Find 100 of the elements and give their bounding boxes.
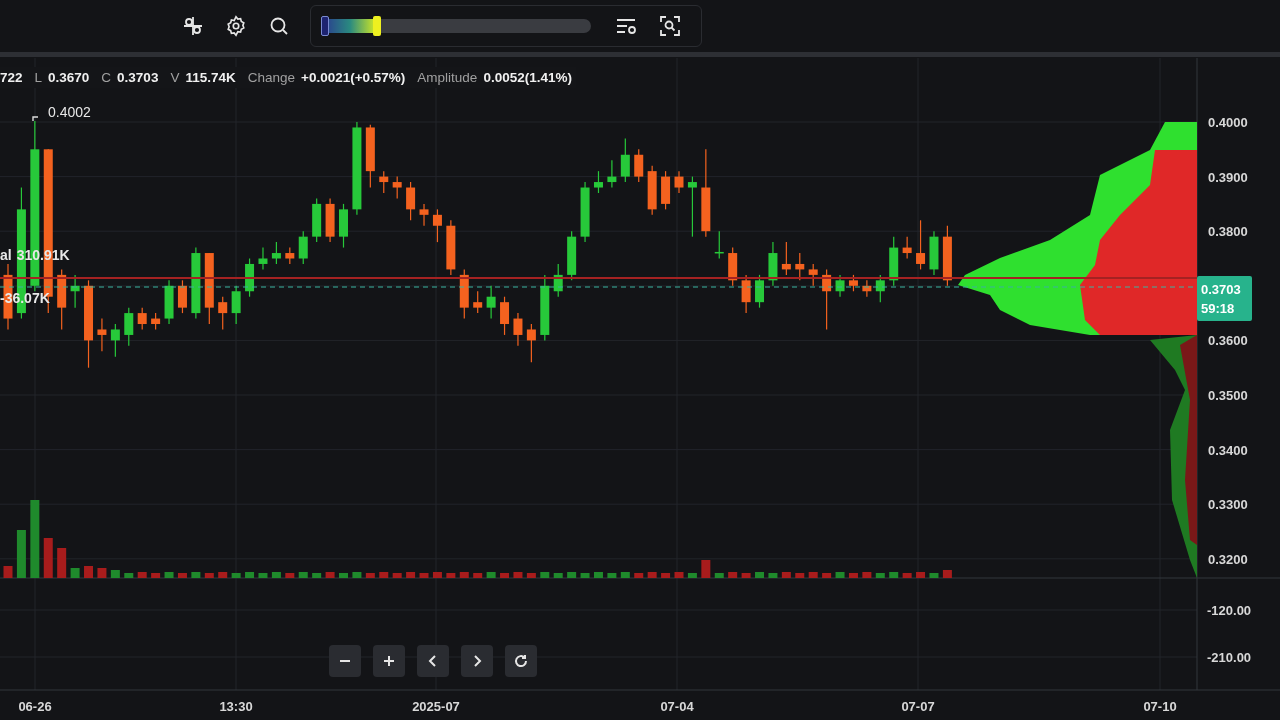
candlestick [124, 307, 134, 347]
candlestick [889, 236, 899, 287]
volume-bar [875, 573, 885, 578]
volume-axis-label: -210.00 [1207, 650, 1252, 665]
candlestick [218, 296, 228, 331]
reset-button[interactable] [505, 645, 537, 677]
time-axis-label: 13:30 [219, 699, 253, 714]
legend-label: V [170, 70, 180, 85]
volume-bar [741, 573, 751, 578]
candlestick [728, 247, 738, 287]
legend-label: Amplitude [417, 70, 478, 85]
price-axis-label: 0.3500 [1208, 388, 1248, 403]
candlestick [365, 124, 375, 189]
volume-bar [271, 572, 281, 578]
price-axis-label: 0.4000 [1208, 115, 1248, 130]
candlestick [875, 274, 885, 303]
candlestick [755, 274, 764, 309]
volume-bar [177, 573, 187, 578]
legend-label: L [34, 70, 43, 85]
candlestick [607, 159, 617, 189]
volume-axis-label: -120.00 [1207, 603, 1252, 618]
back-button[interactable] [417, 645, 449, 677]
candlestick [594, 170, 603, 194]
candlestick [70, 274, 80, 309]
volume-bar [137, 572, 147, 578]
price-axis-label: 0.3200 [1208, 551, 1248, 567]
high-price-label: 0.4002 [48, 104, 91, 120]
volume-bar [929, 573, 939, 578]
candlestick [580, 181, 590, 243]
volume-bar [204, 573, 214, 578]
candlestick [674, 170, 684, 194]
volume-bar [339, 573, 348, 578]
zoom-slider[interactable] [323, 19, 591, 33]
price-axis-label: 0.3800 [1208, 224, 1248, 240]
legend-value: 0.3670 [48, 70, 90, 85]
volume-bar [70, 568, 80, 578]
volume-bar [446, 573, 456, 578]
candlestick [822, 268, 832, 331]
candlestick [97, 317, 107, 352]
volume-bar [580, 573, 590, 578]
candlestick [513, 312, 523, 347]
candlestick [741, 274, 751, 314]
volume-bar [808, 572, 818, 578]
candlestick [339, 203, 348, 249]
volume-bar [674, 572, 684, 578]
volume-bar [594, 572, 603, 578]
volume-bar [419, 573, 429, 578]
volume-bar [687, 573, 697, 578]
price-axis-label: 0.3300 [1208, 497, 1248, 513]
time-axis-label: 07-04 [660, 699, 694, 714]
volume-bar [701, 560, 711, 578]
zoom-in-button[interactable] [373, 645, 405, 677]
volume-bar [795, 573, 805, 578]
volume-bar [768, 573, 778, 578]
volume-bar [218, 572, 228, 578]
volume-bar [110, 570, 120, 578]
candlestick [164, 279, 174, 325]
volume-bar [634, 573, 644, 578]
refresh-icon [513, 653, 529, 669]
volume-bar [298, 572, 308, 578]
candlestick [848, 274, 858, 292]
legend-value: 115.74K [185, 70, 236, 85]
candlestick [419, 203, 429, 227]
volume-bar [942, 570, 952, 578]
volume-bar [781, 572, 791, 578]
volume-bar [406, 572, 416, 578]
candlestick [835, 274, 845, 298]
candlestick [567, 230, 577, 281]
volume-bar [258, 573, 268, 578]
volume-bar [245, 572, 255, 578]
volume-bar [16, 530, 26, 578]
volume-bar [231, 573, 241, 578]
volume-bar [124, 573, 134, 578]
candlestick [406, 181, 416, 221]
candlestick [687, 176, 697, 238]
volume-bar [607, 573, 617, 578]
minus-icon [337, 659, 353, 663]
candlestick [446, 219, 456, 276]
legend-value: +0.0021(+0.57%) [301, 70, 406, 85]
volume-bar [43, 538, 53, 578]
candlestick [258, 247, 268, 271]
candlestick [298, 230, 308, 265]
time-axis-label: 07-07 [901, 699, 935, 714]
candlestick [929, 230, 939, 276]
volume-bar [312, 573, 322, 578]
volume-bar [822, 573, 832, 578]
candlestick [781, 241, 791, 276]
candlestick [231, 285, 241, 325]
candlestick [553, 263, 563, 298]
candlestick [137, 307, 147, 331]
candlestick [110, 323, 120, 358]
volume-bar [151, 573, 161, 578]
legend-label: Change [247, 70, 295, 85]
volume-bar [916, 572, 926, 578]
candlestick [540, 274, 550, 341]
volume-bar [500, 573, 510, 578]
forward-button[interactable] [461, 645, 493, 677]
volume-bar [352, 572, 362, 578]
candlestick [285, 247, 295, 265]
candlestick [661, 170, 671, 210]
